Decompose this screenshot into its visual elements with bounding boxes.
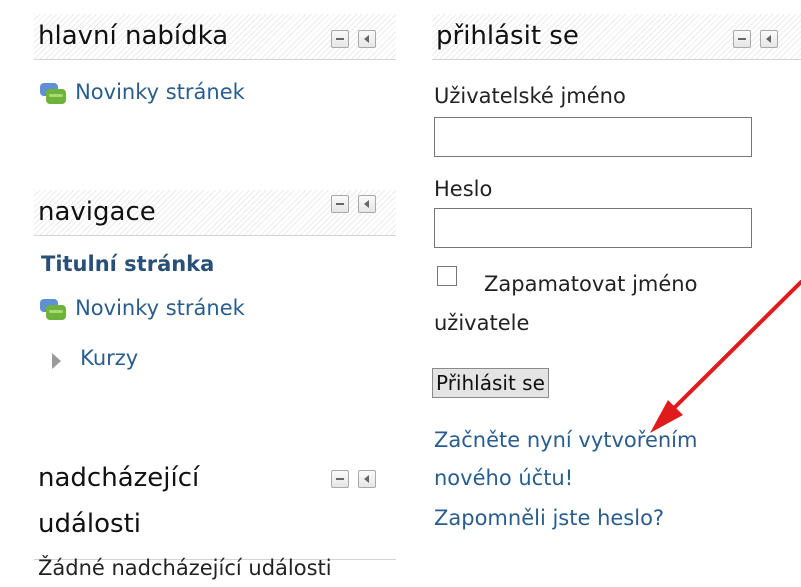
login-submit-button[interactable]: Přihlásit se	[432, 368, 549, 398]
password-input[interactable]	[434, 208, 752, 248]
navigation-item-news[interactable]: Novinky stránek	[40, 296, 245, 323]
navigation-title: navigace	[38, 197, 156, 227]
forum-chat-icon	[40, 82, 70, 107]
signup-link-line2[interactable]: nového účtu!	[434, 466, 573, 490]
navigation-header: navigace	[34, 190, 396, 236]
login-title: přihlásit se	[436, 21, 579, 51]
forum-chat-icon	[40, 298, 70, 323]
hide-block-icon[interactable]	[331, 195, 349, 213]
news-link[interactable]: Novinky stránek	[75, 80, 245, 104]
dock-block-icon[interactable]	[358, 30, 376, 48]
main-menu-title: hlavní nabídka	[38, 21, 229, 51]
navigation-item-courses[interactable]: Kurzy	[52, 346, 138, 370]
dock-block-icon[interactable]	[358, 470, 376, 488]
hide-block-icon[interactable]	[331, 470, 349, 488]
no-upcoming-events-text: Žádné nadcházející události	[38, 556, 332, 580]
remember-username-label-line2: uživatele	[434, 311, 530, 335]
forgot-password-link[interactable]: Zapomněli jste heslo?	[434, 506, 664, 530]
main-menu-item-news[interactable]: Novinky stránek	[40, 80, 245, 107]
main-menu-header: hlavní nabídka	[34, 14, 396, 60]
remember-username-label-line1: Zapamatovat jméno	[484, 272, 698, 296]
signup-link-line1[interactable]: Začněte nyní vytvořením	[434, 428, 697, 452]
username-label: Uživatelské jméno	[434, 84, 626, 108]
navigation-controls	[331, 195, 376, 213]
dock-block-icon[interactable]	[760, 30, 778, 48]
moodle-front-page: hlavní nabídka Novinky stránek navigace …	[0, 0, 801, 587]
home-link[interactable]: Titulní stránka	[41, 252, 214, 276]
upcoming-events-controls	[331, 470, 376, 488]
courses-link[interactable]: Kurzy	[80, 346, 138, 370]
main-menu-controls	[331, 30, 376, 48]
upcoming-events-header: nadcházející události	[34, 456, 396, 560]
upcoming-events-title-line2: události	[38, 509, 142, 539]
login-controls	[733, 30, 778, 48]
password-label: Heslo	[434, 177, 493, 201]
annotation-arrow-shaft	[662, 280, 801, 420]
hide-block-icon[interactable]	[331, 30, 349, 48]
remember-username-checkbox[interactable]	[437, 266, 457, 286]
expand-triangle-icon[interactable]	[52, 352, 61, 369]
login-header: přihlásit se	[432, 14, 801, 60]
hide-block-icon[interactable]	[733, 30, 751, 48]
username-input[interactable]	[434, 117, 752, 157]
upcoming-events-title-line1: nadcházející	[38, 463, 200, 493]
news-link[interactable]: Novinky stránek	[75, 296, 245, 320]
dock-block-icon[interactable]	[358, 195, 376, 213]
